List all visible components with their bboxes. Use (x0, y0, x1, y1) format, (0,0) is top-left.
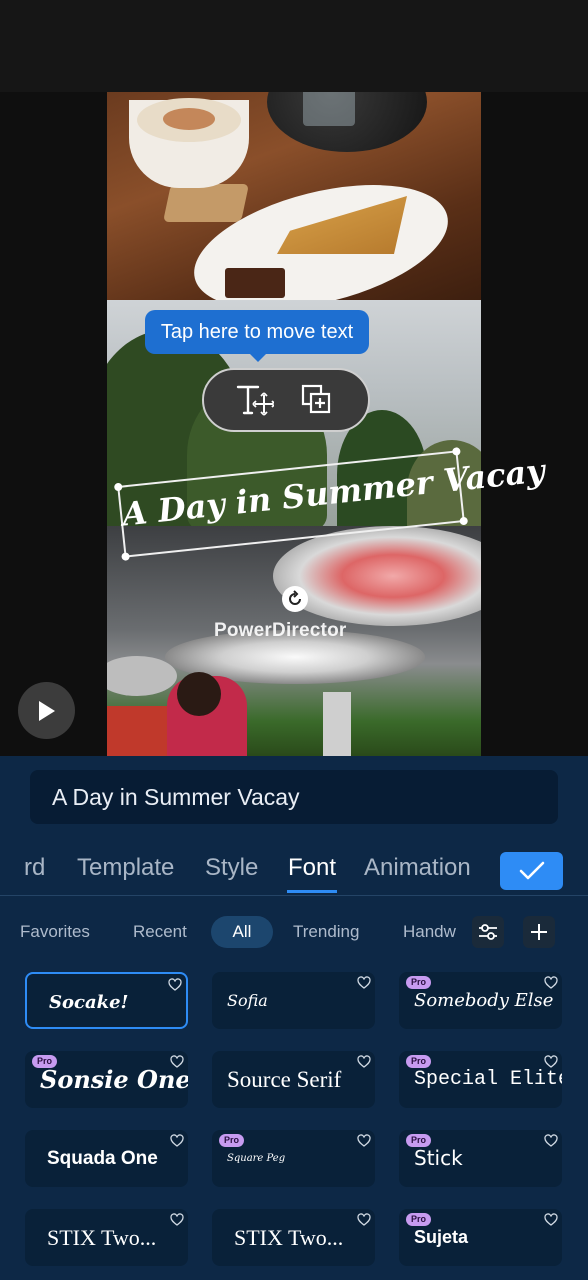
font-card-sonsie-one[interactable]: Pro Sonsie One (25, 1051, 188, 1108)
filter-trending[interactable]: Trending (293, 916, 359, 948)
active-tab-indicator (287, 890, 337, 893)
text-input[interactable]: A Day in Summer Vacay (30, 770, 558, 824)
check-icon (519, 861, 544, 880)
ufo-structure (107, 656, 177, 696)
ufo-structure (273, 526, 481, 626)
filter-favorites[interactable]: Favorites (20, 916, 90, 948)
font-filter-chips: Favorites Recent All Trending Handw (0, 916, 588, 950)
tab-divider (0, 895, 588, 896)
move-text-icon[interactable] (235, 380, 275, 420)
heart-icon[interactable] (357, 1134, 371, 1148)
add-font-button[interactable] (523, 916, 555, 948)
coaster (162, 184, 250, 222)
duplicate-icon[interactable] (297, 380, 337, 420)
heart-icon[interactable] (544, 1213, 558, 1227)
coffee-foam (163, 108, 215, 130)
resize-handle[interactable] (113, 482, 123, 492)
heart-icon[interactable] (357, 1213, 371, 1227)
font-card-stick[interactable]: Pro Stick (399, 1130, 562, 1187)
sliders-icon (479, 924, 497, 940)
text-toolbar (202, 368, 370, 432)
font-card-square-peg[interactable]: Pro Square Peg (212, 1130, 375, 1187)
person-head (177, 672, 221, 716)
heart-icon[interactable] (170, 1055, 184, 1069)
play-button[interactable] (18, 682, 75, 739)
plus-icon (531, 924, 547, 940)
font-card-source-serif[interactable]: Source Serif (212, 1051, 375, 1108)
font-card-sujeta[interactable]: Pro Sujeta (399, 1209, 562, 1266)
font-card-somebody-else[interactable]: Pro Somebody Else (399, 972, 562, 1029)
confirm-button[interactable] (500, 852, 563, 890)
heart-icon[interactable] (170, 1134, 184, 1148)
font-card-squada-one[interactable]: Squada One (25, 1130, 188, 1187)
tab-animation[interactable]: Animation (364, 854, 471, 882)
glass (303, 92, 355, 126)
tab-font[interactable]: Font (288, 854, 336, 882)
font-card-sofia[interactable]: Sofia (212, 972, 375, 1029)
font-card-special-elite[interactable]: Pro Special Elite (399, 1051, 562, 1108)
tooltip-tail (248, 352, 268, 362)
font-card-stix-two-2[interactable]: STIX Two... (212, 1209, 375, 1266)
font-card-socake[interactable]: Socake! (25, 972, 188, 1029)
heart-icon[interactable] (544, 976, 558, 990)
rotate-icon[interactable] (282, 586, 308, 612)
heart-icon[interactable] (357, 1055, 371, 1069)
text-editor-panel: A Day in Summer Vacay rd Template Style … (0, 756, 588, 1280)
filter-settings-button[interactable] (472, 916, 504, 948)
filter-recent[interactable]: Recent (133, 916, 187, 948)
red-wall (107, 706, 167, 756)
filter-all[interactable]: All (211, 916, 273, 948)
heart-icon[interactable] (168, 978, 182, 992)
cafe-photo (107, 92, 481, 332)
heart-icon[interactable] (544, 1134, 558, 1148)
watermark: PowerDirector (214, 620, 347, 641)
tab-style[interactable]: Style (205, 854, 258, 882)
play-icon (38, 700, 55, 721)
pillar (323, 692, 351, 756)
top-bar (0, 0, 588, 92)
heart-icon[interactable] (357, 976, 371, 990)
filter-handwriting[interactable]: Handw (403, 916, 456, 948)
brownie (225, 268, 285, 298)
heart-icon[interactable] (544, 1055, 558, 1069)
tab-keyboard[interactable]: rd (24, 854, 45, 882)
heart-icon[interactable] (170, 1213, 184, 1227)
tab-template[interactable]: Template (77, 854, 174, 882)
font-card-stix-two-1[interactable]: STIX Two... (25, 1209, 188, 1266)
move-text-tooltip[interactable]: Tap here to move text (145, 310, 369, 354)
